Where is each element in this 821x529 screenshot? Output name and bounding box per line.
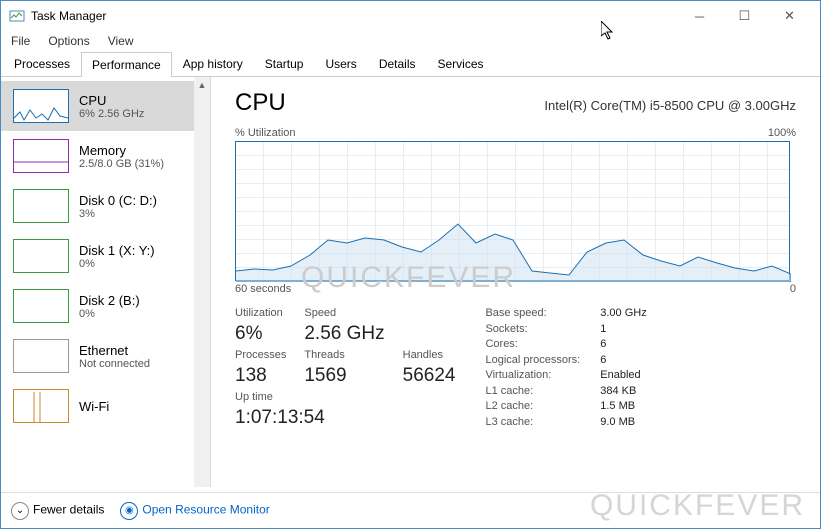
speed-label: Speed xyxy=(304,307,384,319)
threads-label: Threads xyxy=(304,349,384,361)
cpu-details: Base speed: 3.00 GHz Sockets: 1 Cores: 6 Lo… xyxy=(485,307,646,429)
minimize-button[interactable]: ─ xyxy=(677,1,722,31)
speed-value: 2.56 GHz xyxy=(304,323,384,345)
proc-value: 138 xyxy=(235,365,286,387)
cpu-chart xyxy=(235,141,790,281)
footer-bar: ⌄Fewer details ◉Open Resource Monitor xyxy=(1,492,820,528)
memory-thumb-icon xyxy=(13,139,69,173)
base-speed-label: Base speed: xyxy=(485,307,580,321)
fewer-details-button[interactable]: ⌄Fewer details xyxy=(11,502,104,520)
sidebar-sub: 2.5/8.0 GB (31%) xyxy=(79,158,164,170)
sidebar-sub: 6% 2.56 GHz xyxy=(79,108,144,120)
threads-value: 1569 xyxy=(304,365,384,387)
menu-view[interactable]: View xyxy=(108,34,134,48)
monitor-icon: ◉ xyxy=(120,502,138,520)
sidebar-label: Memory xyxy=(79,143,164,158)
sidebar-sub: 3% xyxy=(79,208,157,220)
virt-label: Virtualization: xyxy=(485,369,580,383)
stats-block: Utilization Speed 6% 2.56 GHz Processes … xyxy=(235,307,455,429)
sidebar-label: Disk 1 (X: Y:) xyxy=(79,243,155,258)
base-speed-value: 3.00 GHz xyxy=(600,307,646,321)
sidebar-scrollbar[interactable]: ▲ xyxy=(194,77,210,487)
chart-ymax: 100% xyxy=(768,127,796,139)
cores-value: 6 xyxy=(600,338,646,352)
app-icon xyxy=(9,8,25,24)
sidebar-item-memory[interactable]: Memory2.5/8.0 GB (31%) xyxy=(1,131,210,181)
tab-app-history[interactable]: App history xyxy=(172,51,254,76)
sidebar-sub: 0% xyxy=(79,258,155,270)
ethernet-thumb-icon xyxy=(13,339,69,373)
maximize-button[interactable]: ☐ xyxy=(722,1,767,31)
tab-startup[interactable]: Startup xyxy=(254,51,315,76)
sidebar-item-cpu[interactable]: CPU6% 2.56 GHz xyxy=(1,81,210,131)
cpu-model: Intel(R) Core(TM) i5-8500 CPU @ 3.00GHz xyxy=(544,98,796,113)
l1-label: L1 cache: xyxy=(485,385,580,399)
handles-value: 56624 xyxy=(403,365,456,387)
disk-thumb-icon xyxy=(13,189,69,223)
window-title: Task Manager xyxy=(31,9,106,23)
cpu-thumb-icon xyxy=(13,89,69,123)
cores-label: Cores: xyxy=(485,338,580,352)
l2-value: 1.5 MB xyxy=(600,400,646,414)
uptime-label: Up time xyxy=(235,391,455,403)
main-panel: CPU Intel(R) Core(TM) i5-8500 CPU @ 3.00… xyxy=(211,77,820,487)
sidebar-label: Wi-Fi xyxy=(79,399,109,414)
sidebar-item-disk0[interactable]: Disk 0 (C: D:)3% xyxy=(1,181,210,231)
sidebar-item-disk1[interactable]: Disk 1 (X: Y:)0% xyxy=(1,231,210,281)
sidebar-sub: Not connected xyxy=(79,358,150,370)
sidebar-label: Ethernet xyxy=(79,343,150,358)
tab-processes[interactable]: Processes xyxy=(3,51,81,76)
tab-performance[interactable]: Performance xyxy=(81,52,172,77)
menu-file[interactable]: File xyxy=(11,34,30,48)
l2-label: L2 cache: xyxy=(485,400,580,414)
chart-xmin: 0 xyxy=(790,283,796,295)
scroll-up-icon[interactable]: ▲ xyxy=(194,77,210,93)
page-title: CPU xyxy=(235,89,286,117)
sidebar-item-ethernet[interactable]: EthernetNot connected xyxy=(1,331,210,381)
wifi-thumb-icon xyxy=(13,389,69,423)
tab-services[interactable]: Services xyxy=(427,51,495,76)
util-value: 6% xyxy=(235,323,286,345)
tab-details[interactable]: Details xyxy=(368,51,427,76)
tab-users[interactable]: Users xyxy=(314,51,367,76)
sidebar-item-wifi[interactable]: Wi-Fi xyxy=(1,381,210,431)
disk-thumb-icon xyxy=(13,289,69,323)
tab-strip: Processes Performance App history Startu… xyxy=(1,51,820,77)
chart-xmax: 60 seconds xyxy=(235,283,291,295)
close-button[interactable]: ✕ xyxy=(767,1,812,31)
logical-proc-label: Logical processors: xyxy=(485,354,580,368)
sidebar-label: CPU xyxy=(79,93,144,108)
sidebar: CPU6% 2.56 GHz Memory2.5/8.0 GB (31%) Di… xyxy=(1,77,211,487)
proc-label: Processes xyxy=(235,349,286,361)
menu-options[interactable]: Options xyxy=(48,34,89,48)
title-bar: Task Manager ─ ☐ ✕ xyxy=(1,1,820,31)
l3-label: L3 cache: xyxy=(485,416,580,430)
handles-label: Handles xyxy=(403,349,456,361)
chevron-down-icon: ⌄ xyxy=(11,502,29,520)
l3-value: 9.0 MB xyxy=(600,416,646,430)
util-label: Utilization xyxy=(235,307,286,319)
virt-value: Enabled xyxy=(600,369,646,383)
sidebar-label: Disk 2 (B:) xyxy=(79,293,140,308)
logical-proc-value: 6 xyxy=(600,354,646,368)
open-resource-monitor-link[interactable]: ◉Open Resource Monitor xyxy=(120,502,269,520)
uptime-value: 1:07:13:54 xyxy=(235,407,455,429)
menu-bar: File Options View xyxy=(1,31,820,51)
sockets-label: Sockets: xyxy=(485,323,580,337)
chart-ylabel: % Utilization xyxy=(235,127,296,139)
disk-thumb-icon xyxy=(13,239,69,273)
sockets-value: 1 xyxy=(600,323,646,337)
sidebar-label: Disk 0 (C: D:) xyxy=(79,193,157,208)
l1-value: 384 KB xyxy=(600,385,646,399)
sidebar-item-disk2[interactable]: Disk 2 (B:)0% xyxy=(1,281,210,331)
sidebar-sub: 0% xyxy=(79,308,140,320)
